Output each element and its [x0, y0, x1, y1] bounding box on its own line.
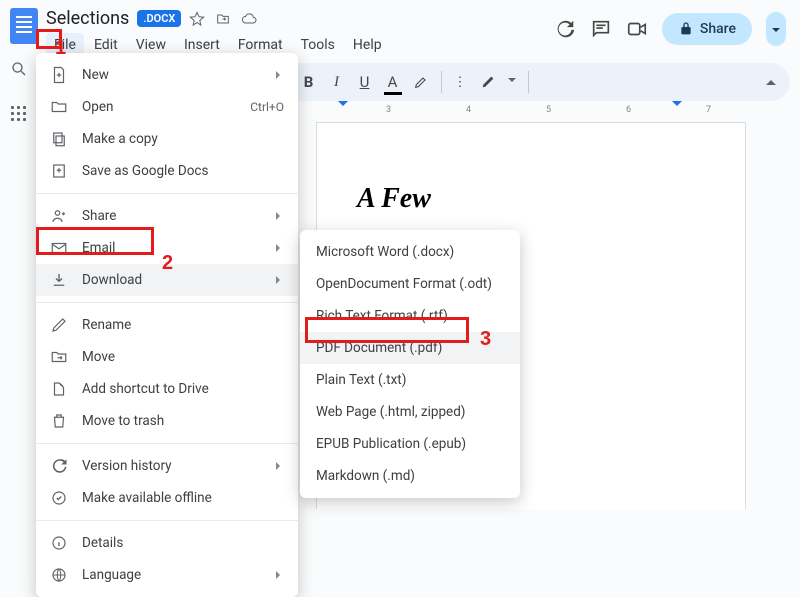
star-icon[interactable] — [189, 11, 205, 27]
chevron-up-icon[interactable] — [766, 75, 776, 85]
fm-rename[interactable]: Rename — [36, 309, 298, 341]
shortcut-icon — [50, 380, 68, 398]
menu-help[interactable]: Help — [345, 33, 390, 57]
share-button[interactable]: Share — [662, 13, 752, 45]
docs-logo-icon[interactable] — [10, 8, 38, 44]
fm-trash[interactable]: Move to trash — [36, 405, 298, 437]
dl-txt[interactable]: Plain Text (.txt) — [300, 364, 520, 396]
annotation-label-2: 2 — [162, 252, 173, 275]
comment-icon[interactable] — [590, 18, 612, 40]
dl-docx[interactable]: Microsoft Word (.docx) — [300, 236, 520, 268]
folder-open-icon — [50, 98, 68, 116]
fm-move[interactable]: Move — [36, 341, 298, 373]
dl-html[interactable]: Web Page (.html, zipped) — [300, 396, 520, 428]
download-icon — [50, 271, 68, 289]
doc-type-badge: .DOCX — [137, 10, 181, 27]
copy-icon — [50, 130, 68, 148]
fm-version-history[interactable]: Version history — [36, 450, 298, 482]
italic-button[interactable]: I — [329, 74, 345, 91]
move-folder-icon — [50, 348, 68, 366]
meet-icon[interactable] — [626, 18, 648, 40]
more-vert-icon[interactable]: ⋮ — [454, 75, 468, 90]
fm-new[interactable]: New — [36, 59, 298, 91]
annotation-label-1: 1 — [55, 37, 66, 60]
fm-language[interactable]: Language — [36, 559, 298, 591]
dl-epub[interactable]: EPUB Publication (.epub) — [300, 428, 520, 460]
user-plus-icon — [50, 207, 68, 225]
move-icon[interactable] — [215, 11, 231, 27]
doc-content-heading[interactable]: A Few — [357, 183, 705, 215]
history-icon — [50, 457, 68, 475]
download-submenu: Microsoft Word (.docx) OpenDocument Form… — [300, 230, 520, 498]
file-plus-icon — [50, 66, 68, 84]
bold-button[interactable]: B — [301, 73, 317, 91]
info-icon — [50, 534, 68, 552]
share-caret-button[interactable] — [766, 12, 786, 46]
fm-details[interactable]: Details — [36, 527, 298, 559]
mail-icon — [50, 239, 68, 257]
trash-icon — [50, 412, 68, 430]
underline-button[interactable]: U — [357, 73, 373, 91]
history-icon[interactable] — [554, 18, 576, 40]
menu-tools[interactable]: Tools — [293, 33, 343, 57]
save-icon — [50, 162, 68, 180]
fm-open[interactable]: OpenCtrl+O — [36, 91, 298, 123]
search-icon[interactable] — [10, 60, 28, 78]
annotation-label-3: 3 — [480, 328, 491, 351]
highlight-icon[interactable] — [413, 74, 429, 90]
offline-icon — [50, 489, 68, 507]
dl-md[interactable]: Markdown (.md) — [300, 460, 520, 492]
file-menu: New OpenCtrl+O Make a copy Save as Googl… — [36, 53, 298, 597]
outline-icon[interactable] — [11, 106, 27, 122]
doc-title[interactable]: Selections — [46, 8, 129, 29]
dl-odt[interactable]: OpenDocument Format (.odt) — [300, 268, 520, 300]
globe-icon — [50, 566, 68, 584]
fm-offline[interactable]: Make available offline — [36, 482, 298, 514]
share-label: Share — [700, 21, 736, 37]
fm-make-copy[interactable]: Make a copy — [36, 123, 298, 155]
text-color-button[interactable]: A — [385, 73, 401, 91]
fm-save-as-gdocs[interactable]: Save as Google Docs — [36, 155, 298, 187]
doc-header: Selections .DOCX File Edit View Insert F… — [0, 0, 800, 57]
fm-share[interactable]: Share — [36, 200, 298, 232]
left-rail — [10, 60, 28, 122]
pen-icon[interactable] — [480, 74, 496, 90]
pencil-icon — [50, 316, 68, 334]
cloud-check-icon[interactable] — [241, 11, 257, 27]
fm-add-shortcut[interactable]: Add shortcut to Drive — [36, 373, 298, 405]
